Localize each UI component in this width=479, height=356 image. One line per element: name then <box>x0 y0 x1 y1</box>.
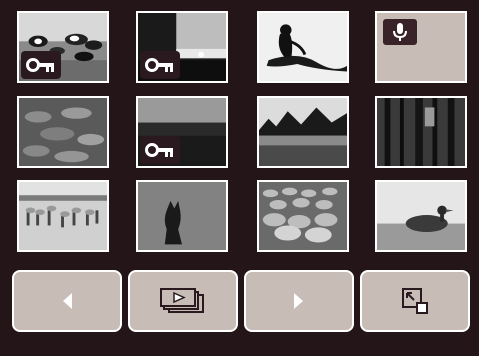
key-icon <box>145 58 173 72</box>
photo-sheep <box>259 182 347 250</box>
photo-pine-forest <box>377 98 465 166</box>
slideshow-button[interactable] <box>128 270 238 332</box>
thumbnail-pine-forest[interactable] <box>375 96 467 168</box>
thumbnail-voice-memo[interactable] <box>375 11 467 83</box>
thumbnail-lake[interactable] <box>257 96 349 168</box>
photo-flamingos <box>19 182 107 250</box>
thumbnail-grid <box>0 0 479 260</box>
slideshow-icon <box>160 288 204 313</box>
photo-lake <box>259 98 347 166</box>
microphone-icon <box>393 23 407 41</box>
thumbnail-sunset[interactable] <box>136 11 228 83</box>
thumbnail-duck[interactable] <box>375 180 467 252</box>
photo-monkey <box>259 13 347 81</box>
photo-duck <box>377 182 465 250</box>
thumbnail-monkey[interactable] <box>257 11 349 83</box>
thumbnail-lily-pads[interactable] <box>17 96 109 168</box>
voice-memo-badge <box>383 19 417 45</box>
control-bar <box>12 270 472 334</box>
zoom-index-button[interactable] <box>360 270 470 332</box>
protect-badge <box>140 51 180 79</box>
key-icon <box>145 143 173 157</box>
thumbnail-fox[interactable] <box>136 180 228 252</box>
thumbnail-cows[interactable] <box>17 11 109 83</box>
previous-button[interactable] <box>12 270 122 332</box>
protect-badge <box>140 136 180 164</box>
thumbnail-sheep[interactable] <box>257 180 349 252</box>
next-button[interactable] <box>244 270 354 332</box>
thumbnail-dark-landscape[interactable] <box>136 96 228 168</box>
thumbnail-flamingos[interactable] <box>17 180 109 252</box>
key-icon <box>26 58 54 72</box>
zoom-out-index-icon <box>402 288 428 314</box>
photo-fox <box>138 182 226 250</box>
next-arrow-icon <box>294 293 303 309</box>
photo-lily-pads <box>19 98 107 166</box>
prev-arrow-icon <box>63 293 72 309</box>
protect-badge <box>21 51 61 79</box>
